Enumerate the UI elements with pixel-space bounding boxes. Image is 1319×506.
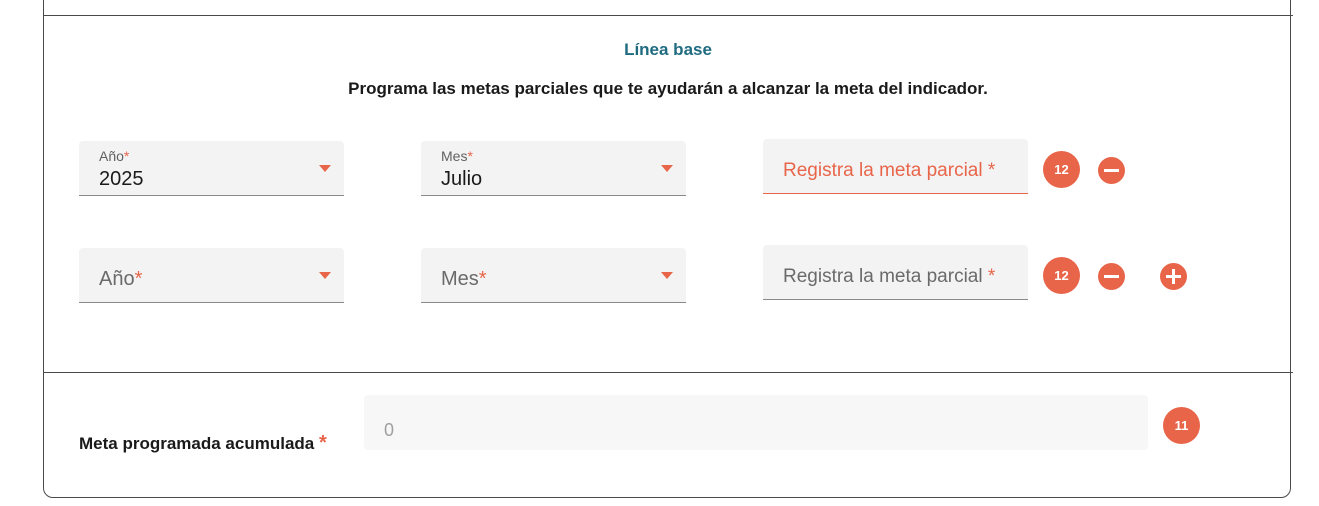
accumulated-goal-field: 0 (364, 395, 1148, 450)
section-instructions: Programa las metas parciales que te ayud… (348, 79, 988, 98)
add-row-button[interactable] (1160, 263, 1187, 290)
month-value: Julio (441, 168, 483, 190)
month-select-row-1[interactable]: Mes* Julio (421, 141, 686, 196)
caret-down-icon (661, 272, 673, 279)
caret-down-icon (661, 165, 673, 172)
minus-circle-icon (1104, 169, 1119, 172)
section-divider (43, 372, 1293, 373)
partial-goal-placeholder: Registra la meta parcial * (783, 160, 996, 181)
remove-row-button[interactable] (1098, 157, 1125, 184)
year-select-row-1[interactable]: Año* 2025 (79, 141, 344, 196)
section-divider-top (43, 15, 1293, 16)
month-label: Mes* (441, 268, 487, 290)
caret-down-icon (319, 272, 331, 279)
count-badge: 12 (1043, 257, 1080, 294)
count-badge: 12 (1043, 151, 1080, 188)
caret-down-icon (319, 165, 331, 172)
section-title: Línea base (624, 40, 712, 59)
minus-circle-icon (1104, 275, 1119, 278)
year-select-row-2[interactable]: Año* (79, 248, 344, 303)
accumulated-goal-value: 0 (384, 420, 395, 440)
count-badge: 11 (1163, 407, 1200, 444)
year-label: Año* (99, 268, 143, 290)
year-value: 2025 (99, 168, 144, 190)
month-select-row-2[interactable]: Mes* (421, 248, 686, 303)
plus-circle-icon (1172, 269, 1175, 284)
partial-goal-input-row-2[interactable]: Registra la meta parcial * (763, 245, 1028, 300)
remove-row-button[interactable] (1098, 263, 1125, 290)
year-label: Año* (99, 148, 130, 164)
partial-goal-input-row-1[interactable]: Registra la meta parcial * (763, 139, 1028, 194)
partial-goal-placeholder: Registra la meta parcial * (783, 266, 996, 287)
month-label: Mes* (441, 148, 473, 164)
accumulated-goal-label: Meta programada acumulada * (79, 432, 327, 454)
